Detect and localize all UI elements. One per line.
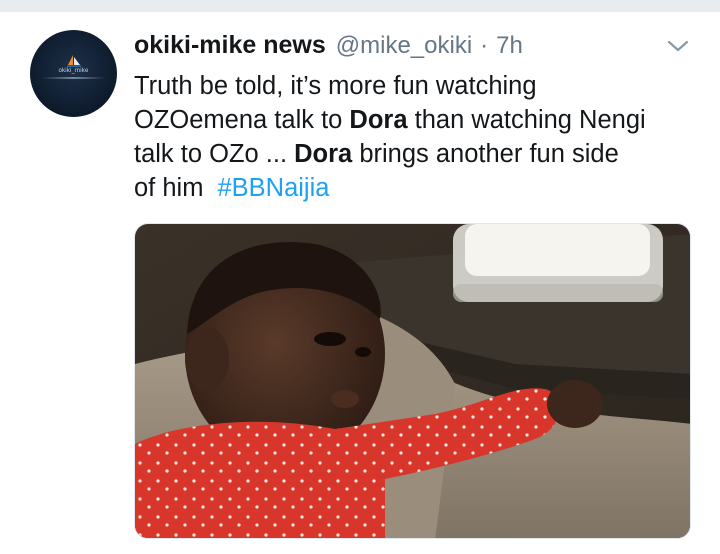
avatar-brand-text: okiki_mike <box>58 68 89 74</box>
mention-dora: Dora <box>349 106 408 134</box>
tweet-text: Truth be told, it’s more fun watching OZ… <box>134 69 704 205</box>
tweet-header: okiki-mike news @mike_okiki · 7h <box>134 31 523 63</box>
tweet-timestamp[interactable]: 7h <box>496 32 523 60</box>
chevron-down-icon[interactable] <box>665 36 691 56</box>
hashtag-link[interactable]: #BBNaijia <box>217 174 329 202</box>
timeline-divider <box>0 0 720 12</box>
tweet-text-line: OZOemena talk to Dora than watching Neng… <box>134 106 646 134</box>
photo-child-on-sofa <box>135 224 690 538</box>
header-separator: · <box>480 32 489 59</box>
tweet-text-line: of him #BBNaijia <box>134 174 330 202</box>
display-name[interactable]: okiki-mike news <box>134 31 326 60</box>
tweet-media-photo[interactable] <box>134 223 691 539</box>
tweet-text-line: talk to OZo ... Dora brings another fun … <box>134 140 619 168</box>
user-handle[interactable]: @mike_okiki <box>336 32 472 60</box>
sail-logo-icon <box>67 55 81 67</box>
mention-dora: Dora <box>294 140 353 168</box>
avatar-tagline <box>42 77 105 79</box>
avatar[interactable]: okiki_mike <box>30 30 117 117</box>
tweet-text-line: Truth be told, it’s more fun watching <box>134 72 537 100</box>
